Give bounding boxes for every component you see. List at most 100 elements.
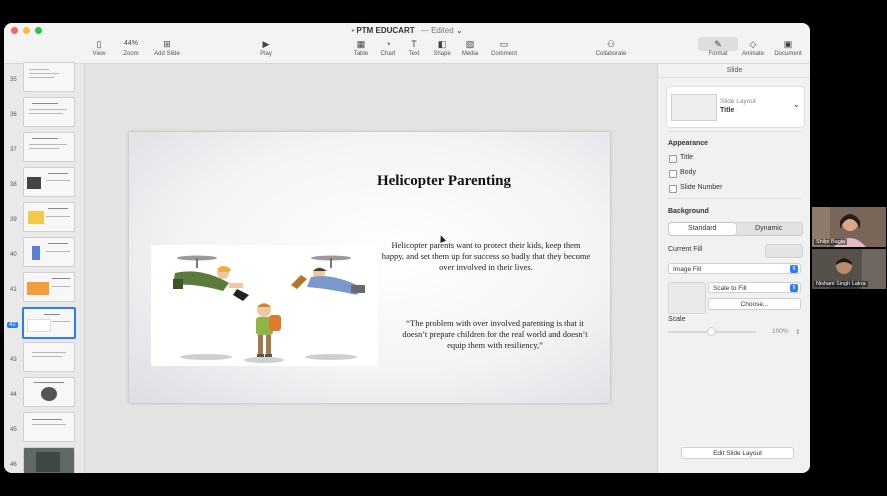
participant-name: Nishant Singh Lakra xyxy=(814,281,868,287)
scale-stepper-icon[interactable]: ⇕ xyxy=(795,328,800,336)
slide-layout-label: Slide Layout xyxy=(720,98,756,105)
play-button[interactable]: ▶ Play xyxy=(246,37,286,57)
chevron-down-icon: ⌄ xyxy=(793,100,800,109)
divider xyxy=(668,131,801,132)
slide-number: 44 xyxy=(10,392,17,398)
thumbnail xyxy=(23,167,75,197)
table-label: Table xyxy=(353,51,369,57)
slide-body-text[interactable]: Helicopter parents want to protect their… xyxy=(381,240,591,273)
document-panel-icon: ▣ xyxy=(783,39,793,49)
slide-thumbnail-35[interactable]: 35 xyxy=(4,62,84,92)
divider xyxy=(668,198,801,199)
slide-thumbnail-43[interactable]: 43 xyxy=(4,342,84,372)
slide-thumbnail-39[interactable]: 39 xyxy=(4,202,84,232)
add-slide-button[interactable]: ⊞ Add Slide xyxy=(147,37,187,57)
thumbnail xyxy=(23,132,75,162)
inspector-header: Slide xyxy=(658,64,810,78)
format-button[interactable]: ✎ Format xyxy=(698,37,738,57)
select-stepper-icon: ⇕ xyxy=(790,284,798,292)
animate-button[interactable]: ◇ Animate xyxy=(733,37,773,57)
thumbnail xyxy=(23,97,75,127)
scale-mode-select[interactable]: Scale to Fill ⇕ xyxy=(708,282,801,293)
window-title[interactable]: ▪ PTM EDUCART — Edited ⌄ xyxy=(4,26,810,35)
body-checkbox-label: Body xyxy=(680,169,696,176)
appearance-heading: Appearance xyxy=(668,140,709,147)
zoom-button[interactable]: 44% Zoom xyxy=(111,37,151,57)
document-name: PTM EDUCART xyxy=(356,26,415,35)
slide-thumbnail-36[interactable]: 36 xyxy=(4,97,84,127)
scale-slider-thumb[interactable] xyxy=(707,327,716,336)
collaborate-button[interactable]: ⚇ Collaborate xyxy=(590,37,632,57)
slide-thumbnail-42[interactable]: 42 xyxy=(4,307,84,339)
participant-video-2[interactable]: Nishant Singh Lakra xyxy=(812,249,886,289)
slide-number: 38 xyxy=(10,182,17,188)
media-label: Media xyxy=(461,51,479,57)
background-mode-control: Standard Dynamic xyxy=(668,222,803,236)
slide-canvas[interactable]: Helicopter Parenting Helicopter parents … xyxy=(85,64,657,473)
slide-number-checkbox[interactable] xyxy=(669,185,677,193)
title-checkbox-label: Title xyxy=(680,154,693,161)
thumbnail xyxy=(23,272,75,302)
edit-slide-layout-button[interactable]: Edit Slide Layout xyxy=(681,447,794,459)
slide-thumbnail-38[interactable]: 38 xyxy=(4,167,84,197)
thumbnail xyxy=(23,377,75,407)
fill-type-value: Image Fill xyxy=(673,266,702,273)
slide-number-checkbox-label: Slide Number xyxy=(680,184,723,191)
slide-quote-text[interactable]: “The problem with over involved parentin… xyxy=(397,318,593,351)
image-fill-well[interactable] xyxy=(668,282,706,314)
dynamic-tab[interactable]: Dynamic xyxy=(736,223,803,235)
thumbnail xyxy=(23,62,75,92)
slide-thumbnail-40[interactable]: 40 xyxy=(4,237,84,267)
comment-icon: ▭ xyxy=(499,39,509,49)
current-fill-label: Current Fill xyxy=(668,246,703,253)
comment-button[interactable]: ▭ Comment xyxy=(484,37,524,57)
text-label: Text xyxy=(408,51,420,57)
choose-image-button[interactable]: Choose... xyxy=(708,298,801,310)
slide-thumbnail-44[interactable]: 44 xyxy=(4,377,84,407)
slide-number: 39 xyxy=(10,217,17,223)
slide-thumbnail-45[interactable]: 45 xyxy=(4,412,84,442)
select-stepper-icon: ⇕ xyxy=(790,265,798,273)
participant-name: Shilpi Bagla xyxy=(814,239,848,245)
slide-number: 42 xyxy=(7,322,18,328)
zoom-value: 44% xyxy=(123,40,138,47)
paintbrush-icon: ✎ xyxy=(698,37,738,51)
format-inspector: Slide Slide Layout Title ⌄ Appearance Ti… xyxy=(657,64,810,473)
participant-video-1[interactable]: Shilpi Bagla xyxy=(812,207,886,247)
slide-thumbnail-41[interactable]: 41 xyxy=(4,272,84,302)
thumbnail xyxy=(23,412,75,442)
slide-title[interactable]: Helicopter Parenting xyxy=(319,173,569,190)
edited-status: — Edited xyxy=(420,26,454,35)
keynote-window: ▪ PTM EDUCART — Edited ⌄ ▯ View 44% Zoom… xyxy=(4,23,810,473)
thumbnail xyxy=(23,237,75,267)
slide-number: 36 xyxy=(10,112,17,118)
fill-preview-well[interactable] xyxy=(765,244,803,258)
slide-thumbnail-37[interactable]: 37 xyxy=(4,132,84,162)
add-slide-label: Add Slide xyxy=(154,51,180,57)
current-slide[interactable]: Helicopter Parenting Helicopter parents … xyxy=(129,132,610,403)
background-heading: Background xyxy=(668,208,709,215)
collaborate-label: Collaborate xyxy=(595,51,627,57)
fill-type-select[interactable]: Image Fill ⇕ xyxy=(668,263,801,274)
scale-value[interactable]: 100% xyxy=(772,328,789,335)
helicopter-parents-image[interactable] xyxy=(151,245,378,366)
title-checkbox[interactable] xyxy=(669,155,677,163)
standard-tab[interactable]: Standard xyxy=(669,223,736,235)
layout-thumbnail xyxy=(671,94,717,121)
thumbnail xyxy=(23,342,75,372)
body-checkbox[interactable] xyxy=(669,170,677,178)
zoom-label: Zoom xyxy=(123,51,139,57)
slide-thumbnail-46[interactable]: 46 xyxy=(4,447,84,473)
slide-layout-value: Title xyxy=(720,107,735,114)
play-icon: ▶ xyxy=(262,39,270,49)
thumbnail xyxy=(23,202,75,232)
play-label: Play xyxy=(260,51,272,57)
animate-icon: ◇ xyxy=(749,39,757,49)
slide-layout-picker[interactable]: Slide Layout Title ⌄ xyxy=(666,86,805,128)
document-button[interactable]: ▣ Document xyxy=(768,37,808,57)
shape-label: Shape xyxy=(433,51,451,57)
scale-mode-value: Scale to Fill xyxy=(713,285,747,292)
slide-number: 40 xyxy=(10,252,17,258)
chevron-down-icon: ⌄ xyxy=(455,26,463,35)
document-label: Document xyxy=(774,51,802,57)
